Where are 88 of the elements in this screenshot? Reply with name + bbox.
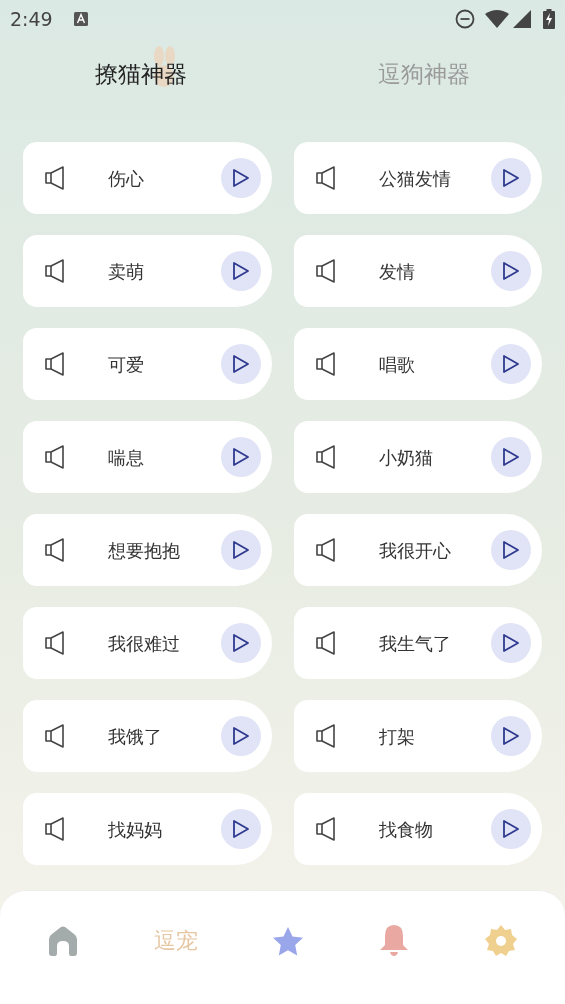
sound-label: 我很难过 bbox=[108, 631, 181, 656]
sound-card[interactable]: 卖萌 bbox=[23, 235, 272, 307]
battery-icon bbox=[543, 9, 555, 29]
play-button[interactable] bbox=[491, 251, 531, 291]
play-button[interactable] bbox=[491, 809, 531, 849]
sound-card[interactable]: 发情 bbox=[293, 235, 542, 307]
speaker-icon bbox=[44, 630, 66, 656]
star-icon[interactable] bbox=[272, 925, 305, 956]
play-icon bbox=[231, 168, 250, 188]
speaker-icon bbox=[314, 444, 337, 470]
sound-label: 我生气了 bbox=[378, 631, 452, 656]
play-icon bbox=[502, 447, 520, 467]
sound-card[interactable]: 喘息 bbox=[23, 421, 272, 493]
speaker-icon bbox=[314, 630, 337, 656]
speaker-icon bbox=[44, 537, 66, 563]
speaker-icon bbox=[314, 258, 337, 284]
sound-label: 我很开心 bbox=[378, 538, 452, 563]
play-button[interactable] bbox=[491, 530, 531, 570]
play-icon bbox=[231, 261, 250, 281]
sound-card[interactable]: 找妈妈 bbox=[23, 793, 272, 865]
speaker-icon bbox=[44, 816, 66, 842]
speaker-icon bbox=[314, 537, 337, 563]
sound-label: 小奶猫 bbox=[378, 445, 434, 470]
play-button[interactable] bbox=[220, 437, 261, 477]
play-icon bbox=[502, 168, 520, 188]
sound-card[interactable]: 想要抱抱 bbox=[23, 514, 272, 586]
speaker-icon bbox=[44, 165, 66, 191]
signal-icon bbox=[513, 10, 531, 28]
sound-card[interactable]: 我饿了 bbox=[23, 700, 272, 772]
sound-label: 喘息 bbox=[108, 445, 145, 470]
play-button[interactable] bbox=[491, 437, 531, 477]
play-icon bbox=[502, 540, 520, 560]
sound-label: 公猫发情 bbox=[378, 166, 452, 191]
sound-card[interactable]: 我很开心 bbox=[293, 514, 542, 586]
speaker-icon bbox=[314, 816, 337, 842]
sound-label: 打架 bbox=[378, 724, 416, 749]
play-icon bbox=[231, 726, 250, 746]
play-button[interactable] bbox=[220, 809, 261, 849]
play-button[interactable] bbox=[491, 716, 531, 756]
play-icon bbox=[231, 819, 250, 839]
play-icon bbox=[231, 633, 250, 653]
sound-label: 发情 bbox=[378, 259, 416, 284]
sound-label: 想要抱抱 bbox=[108, 538, 181, 563]
sound-label: 伤心 bbox=[108, 166, 145, 191]
sound-card[interactable]: 找食物 bbox=[293, 793, 542, 865]
sound-label: 唱歌 bbox=[378, 352, 416, 377]
sound-card[interactable]: 可爱 bbox=[23, 328, 272, 400]
sound-card[interactable]: 唱歌 bbox=[293, 328, 542, 400]
speaker-icon bbox=[314, 351, 337, 377]
tab[interactable]: 撩猫神器 bbox=[0, 38, 283, 110]
speaker-icon bbox=[314, 723, 337, 749]
play-icon bbox=[231, 540, 250, 560]
play-button[interactable] bbox=[491, 344, 531, 384]
speaker-icon bbox=[44, 444, 66, 470]
sound-card[interactable]: 公猫发情 bbox=[293, 142, 542, 214]
play-icon bbox=[231, 354, 250, 374]
sound-card[interactable]: 我生气了 bbox=[293, 607, 542, 679]
play-button[interactable] bbox=[220, 716, 261, 756]
speaker-icon bbox=[44, 258, 66, 284]
sound-label: 找妈妈 bbox=[108, 817, 163, 842]
play-button[interactable] bbox=[220, 530, 261, 570]
sound-label: 卖萌 bbox=[108, 259, 145, 284]
play-button[interactable] bbox=[220, 251, 261, 291]
play-icon bbox=[502, 726, 520, 746]
play-button[interactable] bbox=[220, 623, 261, 663]
play-icon bbox=[502, 354, 520, 374]
notification-icon bbox=[72, 11, 89, 27]
speaker-icon bbox=[314, 165, 337, 191]
speaker-icon bbox=[44, 351, 66, 377]
sound-card[interactable]: 我很难过 bbox=[23, 607, 272, 679]
play-icon bbox=[231, 447, 250, 467]
play-icon bbox=[502, 819, 520, 839]
play-button[interactable] bbox=[220, 158, 261, 198]
sound-label: 找食物 bbox=[378, 817, 434, 842]
do-not-disturb-icon bbox=[455, 9, 475, 29]
sound-card[interactable]: 伤心 bbox=[23, 142, 272, 214]
play-button[interactable] bbox=[491, 158, 531, 198]
sound-label: 我饿了 bbox=[108, 724, 163, 749]
play-icon bbox=[502, 261, 520, 281]
sound-card[interactable]: 小奶猫 bbox=[293, 421, 542, 493]
play-button[interactable] bbox=[220, 344, 261, 384]
status-time: 2:49 bbox=[10, 6, 53, 32]
play-button[interactable] bbox=[491, 623, 531, 663]
play-icon bbox=[502, 633, 520, 653]
sound-card[interactable]: 打架 bbox=[293, 700, 542, 772]
wifi-icon bbox=[485, 10, 509, 28]
sound-label: 可爱 bbox=[108, 352, 145, 377]
speaker-icon bbox=[44, 723, 66, 749]
